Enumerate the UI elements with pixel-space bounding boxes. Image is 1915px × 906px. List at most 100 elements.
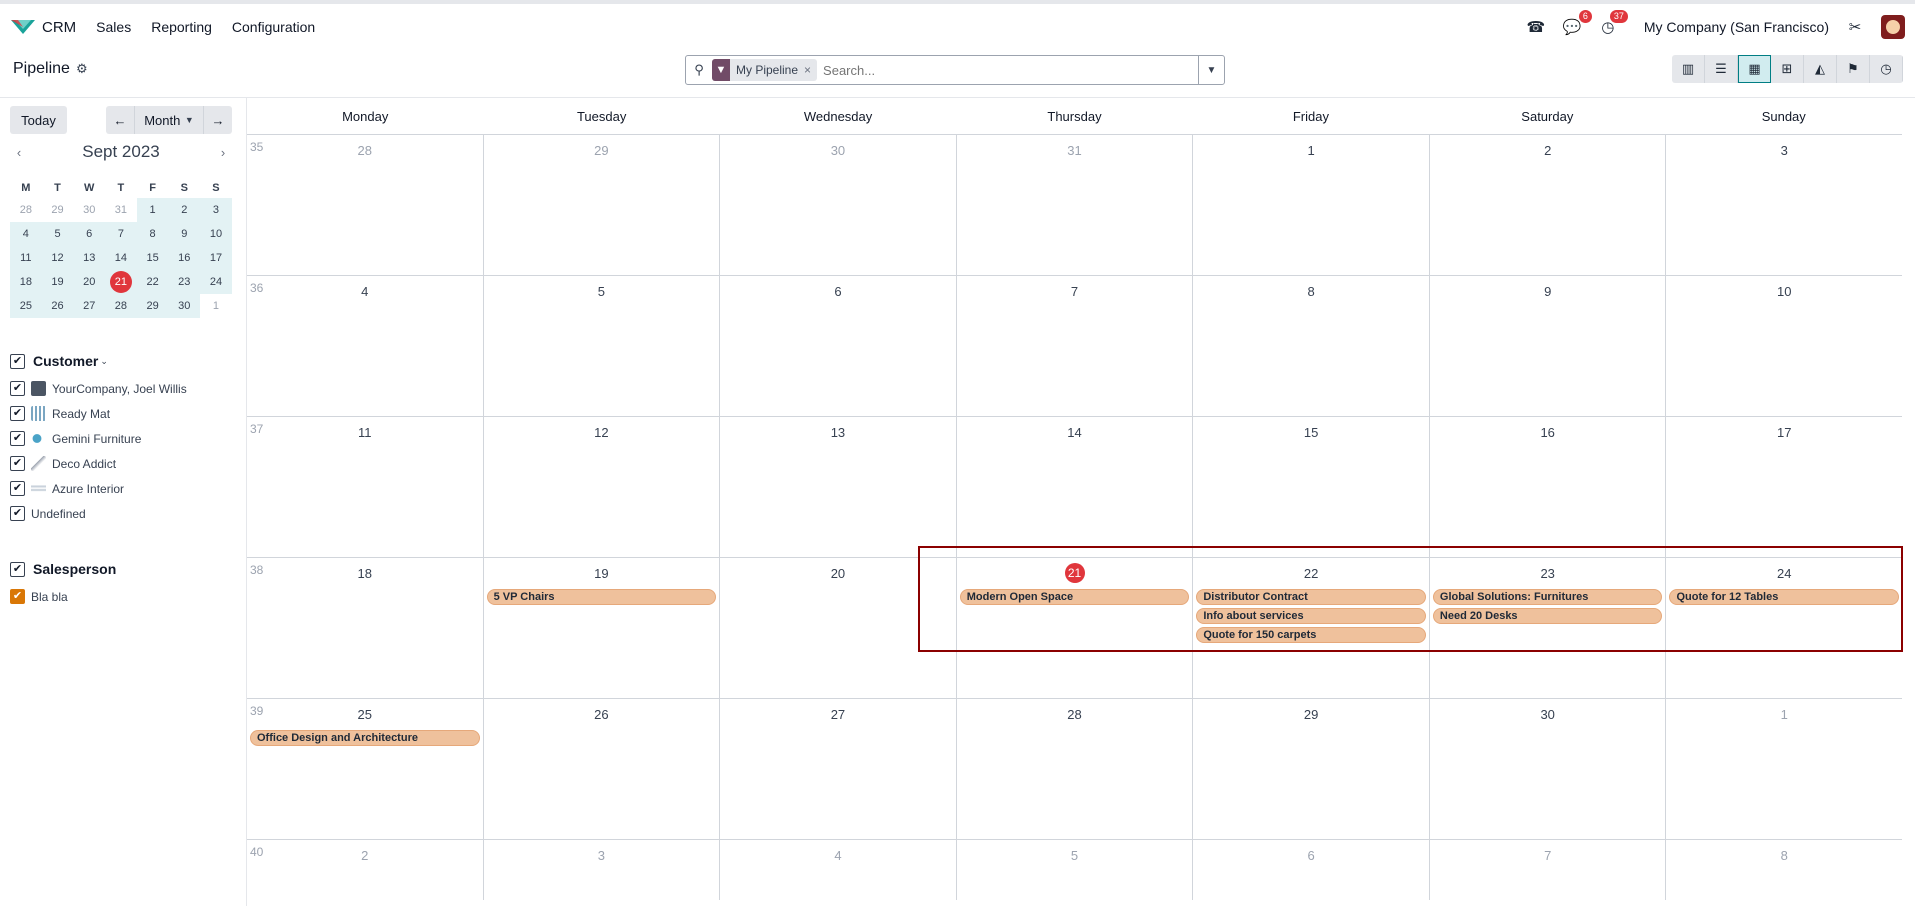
salesperson-filter-label[interactable]: Salesperson — [33, 561, 116, 577]
calendar-day-cell[interactable]: 23 Global Solutions: Furnitures Need 20 … — [1430, 558, 1667, 698]
calendar-day-cell[interactable]: 29 — [484, 135, 721, 275]
mini-day[interactable]: 28 — [105, 294, 137, 318]
mini-day[interactable]: 31 — [105, 198, 137, 222]
map-view-button[interactable]: ⚑ — [1837, 55, 1870, 83]
calendar-day-cell[interactable]: 28 — [957, 699, 1194, 839]
customer-filter-label[interactable]: Customer — [33, 353, 98, 369]
crm-logo-icon[interactable] — [10, 18, 36, 36]
calendar-day-cell[interactable]: 31 — [957, 135, 1194, 275]
mini-day[interactable]: 20 — [73, 270, 106, 294]
gear-icon[interactable]: ⚙ — [76, 61, 88, 77]
calendar-day-cell[interactable]: 15 — [1193, 417, 1430, 557]
calendar-day-cell[interactable]: 7 — [957, 276, 1194, 416]
calendar-event[interactable]: Distributor Contract — [1196, 589, 1426, 605]
customer-item[interactable]: ✔ Ready Mat — [10, 401, 240, 426]
mini-day[interactable]: 30 — [73, 198, 105, 222]
calendar-event[interactable]: Modern Open Space — [959, 589, 1190, 605]
customer-item[interactable]: ✔ Azure Interior — [10, 476, 240, 501]
calendar-day-cell[interactable]: 17 — [1666, 417, 1902, 557]
calendar-day-cell[interactable]: 1 — [1193, 135, 1430, 275]
calendar-day-cell[interactable]: 29 — [1193, 699, 1430, 839]
calendar-day-cell[interactable]: 2 — [247, 840, 484, 900]
mini-day[interactable]: 29 — [42, 198, 74, 222]
mini-day[interactable]: 14 — [105, 246, 137, 270]
mini-day[interactable]: 1 — [136, 198, 169, 222]
calendar-day-cell[interactable]: 28 — [247, 135, 484, 275]
calendar-day-cell[interactable]: 13 — [720, 417, 957, 557]
calendar-day-cell[interactable]: 12 — [484, 417, 721, 557]
customer-item[interactable]: ✔ YourCompany, Joel Willis — [10, 376, 240, 401]
calendar-day-cell[interactable]: 16 — [1430, 417, 1667, 557]
customer-item[interactable]: ✔ Gemini Furniture — [10, 426, 240, 451]
customer-checkbox[interactable]: ✔ — [10, 506, 25, 521]
salesperson-item[interactable]: ✔ Bla bla — [10, 584, 240, 609]
mini-day[interactable]: 11 — [10, 246, 42, 270]
customer-checkbox[interactable]: ✔ — [10, 456, 25, 471]
mini-day[interactable]: 4 — [10, 222, 42, 246]
calendar-day-cell[interactable]: 18 — [247, 558, 484, 698]
mini-day[interactable]: 10 — [200, 222, 232, 246]
calendar-day-cell[interactable]: 4 — [720, 840, 957, 900]
salesperson-checkbox[interactable]: ✔ — [10, 589, 25, 604]
calendar-day-cell[interactable]: 6 — [720, 276, 957, 416]
mini-day[interactable]: 13 — [73, 246, 106, 270]
calendar-day-cell[interactable]: 20 — [720, 558, 957, 698]
user-avatar[interactable] — [1881, 15, 1905, 39]
mini-day[interactable]: 5 — [41, 222, 74, 246]
calendar-day-cell[interactable]: 3 — [1666, 135, 1902, 275]
calendar-day-cell[interactable]: 4 — [247, 276, 484, 416]
debug-tools-icon[interactable]: ✂ — [1845, 17, 1865, 37]
mini-day[interactable]: 19 — [41, 270, 74, 294]
mini-day[interactable]: 12 — [41, 246, 74, 270]
chevron-down-icon[interactable]: ⌄ — [100, 356, 108, 367]
calendar-day-cell[interactable]: 30 — [1430, 699, 1667, 839]
mini-prev-month-icon[interactable]: ‹ — [10, 145, 28, 160]
mini-day[interactable]: 22 — [136, 270, 169, 294]
pivot-view-button[interactable]: ⊞ — [1771, 55, 1804, 83]
customer-checkbox[interactable]: ✔ — [10, 381, 25, 396]
calendar-event[interactable]: Office Design and Architecture — [250, 730, 480, 746]
calendar-day-cell[interactable]: 10 — [1666, 276, 1902, 416]
calendar-day-cell[interactable]: 7 — [1430, 840, 1667, 900]
menu-configuration[interactable]: Configuration — [232, 19, 315, 35]
mini-next-month-icon[interactable]: › — [214, 145, 232, 160]
calendar-event[interactable]: Info about services — [1196, 608, 1426, 624]
calendar-event[interactable]: 5 VP Chairs — [486, 589, 717, 605]
search-icon[interactable]: ⚲ — [686, 62, 712, 78]
calendar-day-cell[interactable]: 6 — [1193, 840, 1430, 900]
menu-reporting[interactable]: Reporting — [151, 19, 212, 35]
calendar-day-cell[interactable]: 27 — [720, 699, 957, 839]
mini-day[interactable]: 16 — [168, 246, 201, 270]
calendar-day-cell[interactable]: 2 — [1430, 135, 1667, 275]
calendar-day-cell[interactable]: 19 5 VP Chairs — [484, 558, 721, 698]
mini-day[interactable]: 27 — [73, 294, 106, 318]
calendar-event[interactable]: Need 20 Desks — [1432, 608, 1663, 624]
calendar-day-cell[interactable]: 11 — [247, 417, 484, 557]
search-input[interactable] — [823, 58, 1198, 82]
mini-day[interactable]: 25 — [10, 294, 42, 318]
calendar-day-cell[interactable]: 26 — [484, 699, 721, 839]
menu-sales[interactable]: Sales — [96, 19, 131, 35]
calendar-day-cell[interactable]: 25 Office Design and Architecture — [247, 699, 484, 839]
mini-day[interactable]: 9 — [168, 222, 201, 246]
customer-item[interactable]: ✔ Undefined — [10, 501, 240, 526]
mini-day[interactable]: 17 — [200, 246, 232, 270]
calendar-day-cell[interactable]: 5 — [484, 276, 721, 416]
messages-icon[interactable]: 💬 6 — [1562, 10, 1592, 37]
calendar-event[interactable]: Global Solutions: Furnitures — [1432, 589, 1663, 605]
mini-day[interactable]: 1 — [200, 294, 232, 318]
facet-close-icon[interactable]: × — [804, 63, 817, 77]
calendar-day-cell[interactable]: 22 Distributor Contract Info about servi… — [1193, 558, 1430, 698]
customer-checkbox[interactable]: ✔ — [10, 481, 25, 496]
company-switcher[interactable]: My Company (San Francisco) — [1644, 19, 1829, 35]
kanban-view-button[interactable]: ▥ — [1672, 55, 1705, 83]
mini-day[interactable]: 29 — [136, 294, 169, 318]
mini-day[interactable]: 28 — [10, 198, 42, 222]
mini-day[interactable]: 15 — [136, 246, 169, 270]
mini-day[interactable]: 26 — [41, 294, 74, 318]
calendar-day-cell[interactable]: 8 — [1666, 840, 1902, 900]
calendar-event[interactable]: Quote for 12 Tables — [1669, 589, 1900, 605]
mini-day[interactable]: 7 — [105, 222, 137, 246]
customer-checkbox[interactable]: ✔ — [10, 431, 25, 446]
calendar-day-cell[interactable]: 5 — [957, 840, 1194, 900]
